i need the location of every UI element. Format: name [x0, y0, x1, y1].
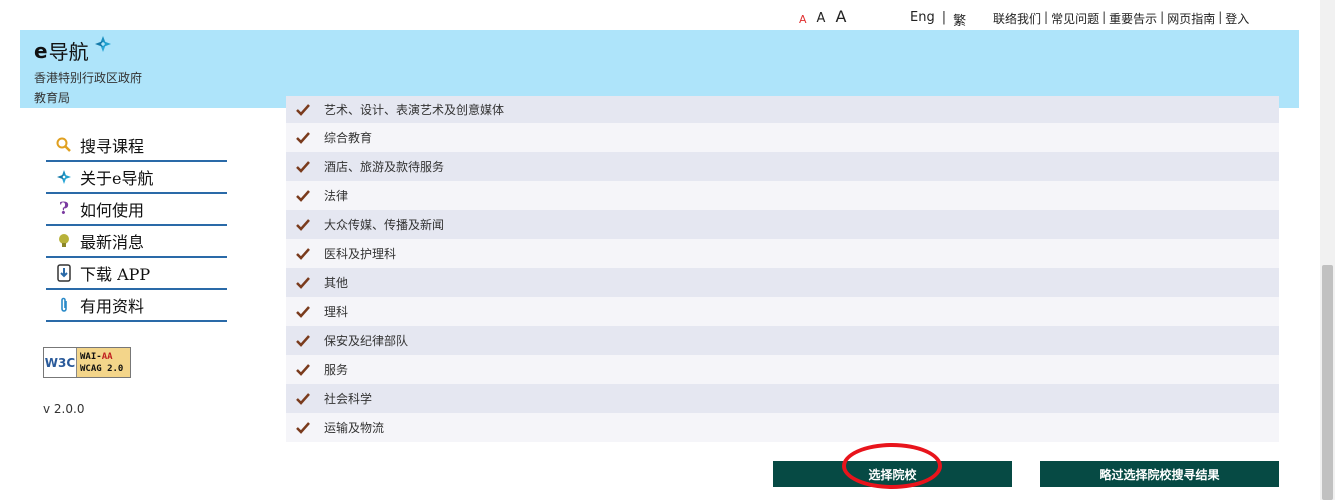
category-label: 服务	[324, 363, 349, 377]
sidebar-item-about[interactable]: 关于e导航	[46, 162, 227, 194]
font-size-medium-button[interactable]: A	[817, 12, 826, 25]
font-size-controls: A A A	[799, 9, 846, 26]
list-item[interactable]: 综合教育	[286, 123, 1279, 152]
category-label: 其他	[324, 276, 349, 290]
category-label: 医科及护理科	[324, 247, 397, 261]
government-name: 香港特别行政区政府	[34, 71, 143, 85]
checkmark-icon[interactable]	[296, 363, 312, 376]
checkmark-icon[interactable]	[296, 305, 312, 318]
font-size-large-button[interactable]: A	[835, 9, 846, 25]
list-item[interactable]: 社会科学	[286, 384, 1279, 413]
sidebar-item-how-to-use[interactable]: ? 如何使用	[46, 194, 227, 226]
category-label: 理科	[324, 305, 349, 319]
page-scrollbar[interactable]	[1320, 0, 1335, 500]
list-item[interactable]: 运输及物流	[286, 413, 1279, 442]
category-label: 社会科学	[324, 392, 373, 406]
checkmark-icon[interactable]	[296, 189, 312, 202]
wcag-version: WCAG 2.0	[80, 363, 124, 374]
wcag-label: WAI-AA WCAG 2.0	[77, 348, 130, 377]
font-size-small-button[interactable]: A	[799, 14, 807, 25]
list-item[interactable]: 保安及纪律部队	[286, 326, 1279, 355]
brand-e: e	[34, 38, 48, 63]
compass-icon	[94, 35, 111, 56]
sidebar-item-label: 下载 APP	[80, 265, 151, 284]
sidebar-item-label: 如何使用	[80, 201, 145, 220]
category-label: 艺术、设计、表演艺术及创意媒体	[324, 103, 505, 117]
category-label: 法律	[324, 189, 349, 203]
bureau-name: 教育局	[34, 91, 71, 105]
sidebar-item-useful-info[interactable]: 有用资料	[46, 290, 227, 322]
download-icon	[54, 264, 74, 282]
lang-traditional-link[interactable]: 繁	[953, 10, 966, 29]
language-switcher: Eng | 繁	[910, 10, 966, 29]
app-version: v 2.0.0	[43, 402, 85, 416]
list-item[interactable]: 理科	[286, 297, 1279, 326]
checkmark-icon[interactable]	[296, 218, 312, 231]
login-link[interactable]: 登入	[1225, 10, 1249, 27]
list-item[interactable]: 服务	[286, 355, 1279, 384]
category-label: 酒店、旅游及款待服务	[324, 160, 445, 174]
category-label: 大众传媒、传播及新闻	[324, 218, 445, 232]
scrollbar-thumb[interactable]	[1322, 265, 1333, 500]
category-list: 艺术、设计、表演艺术及创意媒体 综合教育 酒店、旅游及款待服务 法律 大众传媒、…	[286, 96, 1279, 442]
separator: |	[941, 10, 947, 25]
checkmark-icon[interactable]	[296, 421, 312, 434]
sidebar-item-label: 关于e导航	[80, 169, 154, 188]
lang-english-link[interactable]: Eng	[910, 10, 935, 29]
wcag-aa: AA	[101, 351, 113, 362]
separator: |	[1160, 10, 1165, 24]
sidebar-item-download-app[interactable]: 下载 APP	[46, 258, 227, 290]
sidebar-item-label: 最新消息	[80, 233, 145, 252]
list-item[interactable]: 大众传媒、传播及新闻	[286, 210, 1279, 239]
top-links: 联络我们 | 常见问题 | 重要告示 | 网页指南 | 登入	[993, 10, 1249, 27]
select-institution-button[interactable]: 选择院校	[773, 461, 1012, 487]
list-item[interactable]: 艺术、设计、表演艺术及创意媒体	[286, 96, 1279, 123]
category-label: 保安及纪律部队	[324, 334, 409, 348]
brand-name: 导航	[48, 40, 89, 64]
sidebar-item-label: 有用资料	[80, 297, 145, 316]
question-icon: ?	[59, 199, 69, 219]
checkmark-icon[interactable]	[296, 392, 312, 405]
separator: |	[1218, 10, 1223, 24]
sidebar-item-label: 搜寻课程	[80, 137, 145, 156]
notices-link[interactable]: 重要告示	[1109, 10, 1157, 27]
paperclip-icon	[54, 297, 74, 313]
list-item[interactable]: 法律	[286, 181, 1279, 210]
faq-link[interactable]: 常见问题	[1051, 10, 1099, 27]
checkmark-icon[interactable]	[296, 247, 312, 260]
checkmark-icon[interactable]	[296, 103, 312, 116]
list-item[interactable]: 其他	[286, 268, 1279, 297]
sidebar-nav: 搜寻课程 关于e导航 ? 如何使用 最新消息 下载 APP 有用资料	[46, 130, 227, 322]
checkmark-icon[interactable]	[296, 160, 312, 173]
list-item[interactable]: 酒店、旅游及款待服务	[286, 152, 1279, 181]
checkmark-icon[interactable]	[296, 334, 312, 347]
skip-institution-button[interactable]: 略过选择院校搜寻结果	[1040, 461, 1279, 487]
wcag-wai: WAI-	[80, 351, 102, 362]
separator: |	[1044, 10, 1049, 24]
sidebar-item-news[interactable]: 最新消息	[46, 226, 227, 258]
utility-bar: A A A Eng | 繁 联络我们 | 常见问题 | 重要告示 | 网页指南 …	[0, 0, 1320, 30]
w3c-logo: W3C	[44, 348, 77, 377]
list-item[interactable]: 医科及护理科	[286, 239, 1279, 268]
checkmark-icon[interactable]	[296, 131, 312, 144]
category-label: 综合教育	[324, 131, 373, 145]
category-label: 运输及物流	[324, 421, 385, 435]
lightbulb-icon	[54, 233, 74, 249]
contact-us-link[interactable]: 联络我们	[993, 10, 1041, 27]
site-logo[interactable]: e 导航	[34, 35, 111, 65]
site-guide-link[interactable]: 网页指南	[1167, 10, 1215, 27]
checkmark-icon[interactable]	[296, 276, 312, 289]
sidebar-item-search-courses[interactable]: 搜寻课程	[46, 130, 227, 162]
separator: |	[1102, 10, 1107, 24]
search-icon	[54, 137, 74, 153]
compass-icon	[54, 169, 74, 185]
wcag-badge[interactable]: W3C WAI-AA WCAG 2.0	[43, 347, 131, 378]
